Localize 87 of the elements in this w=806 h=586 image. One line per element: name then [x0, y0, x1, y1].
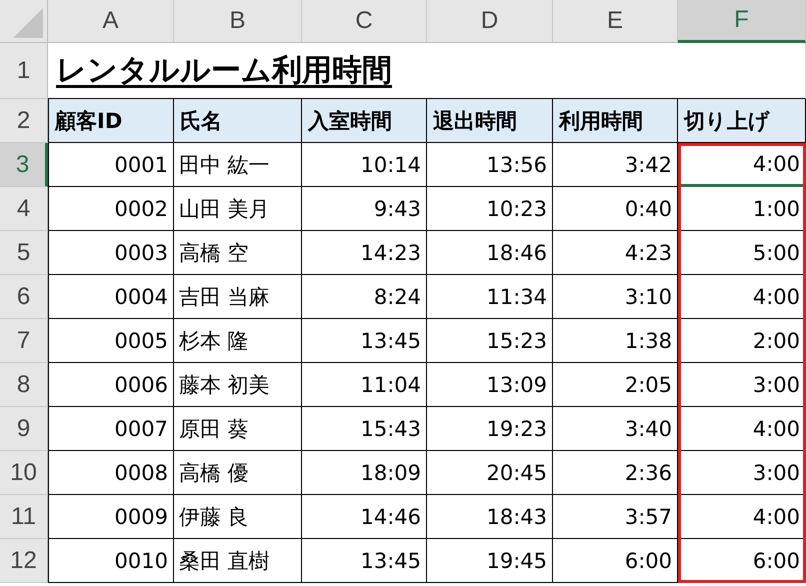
- row-header[interactable]: 6: [0, 275, 48, 319]
- table-cell: 0010: [48, 539, 174, 583]
- table-cell: 2:05: [553, 363, 678, 407]
- table-cell: 高橋 優: [174, 451, 302, 495]
- table-cell: 8:24: [302, 275, 427, 319]
- row-header[interactable]: 8: [0, 363, 48, 407]
- sheet-title: レンタルルーム利用時間: [56, 52, 392, 90]
- select-all-icon: [13, 8, 43, 38]
- table-cell: 杉本 隆: [174, 319, 302, 363]
- table-cell: 4:00: [678, 495, 806, 539]
- table-cell: 18:09: [302, 451, 427, 495]
- table-cell: 1:00: [678, 187, 806, 231]
- table-cell: 3:40: [553, 407, 678, 451]
- table-cell: 14:23: [302, 231, 427, 275]
- table-cell: 0007: [48, 407, 174, 451]
- table-cell: 田中 紘一: [174, 143, 302, 187]
- table-cell: 10:14: [302, 143, 427, 187]
- table-cell: 3:57: [553, 495, 678, 539]
- table-cell: 6:00: [678, 539, 806, 583]
- table-cell: 伊藤 良: [174, 495, 302, 539]
- table-cell: 0002: [48, 187, 174, 231]
- row-header[interactable]: 12: [0, 539, 48, 583]
- table-header-cell: 退出時間: [427, 99, 553, 143]
- select-all-corner[interactable]: [0, 0, 48, 43]
- table-cell: 0001: [48, 143, 174, 187]
- table-header-cell: 入室時間: [302, 99, 427, 143]
- table-header-cell: 氏名: [174, 99, 302, 143]
- row-header[interactable]: 9: [0, 407, 48, 451]
- table-cell: 藤本 初美: [174, 363, 302, 407]
- table-cell: 13:45: [302, 539, 427, 583]
- table-cell: 0006: [48, 363, 174, 407]
- table-cell: 0009: [48, 495, 174, 539]
- table-cell: 桑田 直樹: [174, 539, 302, 583]
- column-header[interactable]: A: [48, 0, 174, 43]
- table-cell: 19:45: [427, 539, 553, 583]
- row-header[interactable]: 3: [0, 143, 48, 187]
- table-cell: 3:42: [553, 143, 678, 187]
- table-cell: 吉田 当麻: [174, 275, 302, 319]
- table-cell: 4:00: [678, 407, 806, 451]
- table-cell: 3:00: [678, 363, 806, 407]
- column-header[interactable]: C: [302, 0, 427, 43]
- row-header[interactable]: 1: [0, 43, 48, 99]
- table-cell: 2:36: [553, 451, 678, 495]
- table-cell: 4:23: [553, 231, 678, 275]
- table-cell: 0004: [48, 275, 174, 319]
- table-cell: 14:46: [302, 495, 427, 539]
- table-cell: 15:43: [302, 407, 427, 451]
- table-cell: 15:23: [427, 319, 553, 363]
- row-header[interactable]: 2: [0, 99, 48, 143]
- column-header[interactable]: B: [174, 0, 302, 43]
- table-cell: 19:23: [427, 407, 553, 451]
- table-cell: 原田 葵: [174, 407, 302, 451]
- column-header[interactable]: F: [678, 0, 806, 43]
- table-header-cell: 顧客ID: [48, 99, 174, 143]
- row-header[interactable]: 7: [0, 319, 48, 363]
- row-header[interactable]: 11: [0, 495, 48, 539]
- table-cell: 13:09: [427, 363, 553, 407]
- table-cell: 1:38: [553, 319, 678, 363]
- table-cell: 11:04: [302, 363, 427, 407]
- column-header[interactable]: E: [553, 0, 678, 43]
- table-cell: 3:00: [678, 451, 806, 495]
- table-cell: 0008: [48, 451, 174, 495]
- table-cell: 高橋 空: [174, 231, 302, 275]
- table-cell: 0003: [48, 231, 174, 275]
- table-cell: 0005: [48, 319, 174, 363]
- active-cell: 4:00: [678, 143, 806, 187]
- table-cell: 18:43: [427, 495, 553, 539]
- row-header[interactable]: 10: [0, 451, 48, 495]
- column-header[interactable]: D: [427, 0, 553, 43]
- table-header-cell: 利用時間: [553, 99, 678, 143]
- table-cell: 3:10: [553, 275, 678, 319]
- table-header-cell: 切り上げ: [678, 99, 806, 143]
- table-cell: 6:00: [553, 539, 678, 583]
- table-cell: 13:45: [302, 319, 427, 363]
- table-cell: 18:46: [427, 231, 553, 275]
- table-cell: 山田 美月: [174, 187, 302, 231]
- table-cell: 13:56: [427, 143, 553, 187]
- row-header[interactable]: 4: [0, 187, 48, 231]
- table-cell: 9:43: [302, 187, 427, 231]
- table-cell: 11:34: [427, 275, 553, 319]
- table-cell: 10:23: [427, 187, 553, 231]
- table-cell: 20:45: [427, 451, 553, 495]
- row-header[interactable]: 5: [0, 231, 48, 275]
- table-cell: 0:40: [553, 187, 678, 231]
- table-cell: 5:00: [678, 231, 806, 275]
- table-cell: 4:00: [678, 275, 806, 319]
- table-cell: 2:00: [678, 319, 806, 363]
